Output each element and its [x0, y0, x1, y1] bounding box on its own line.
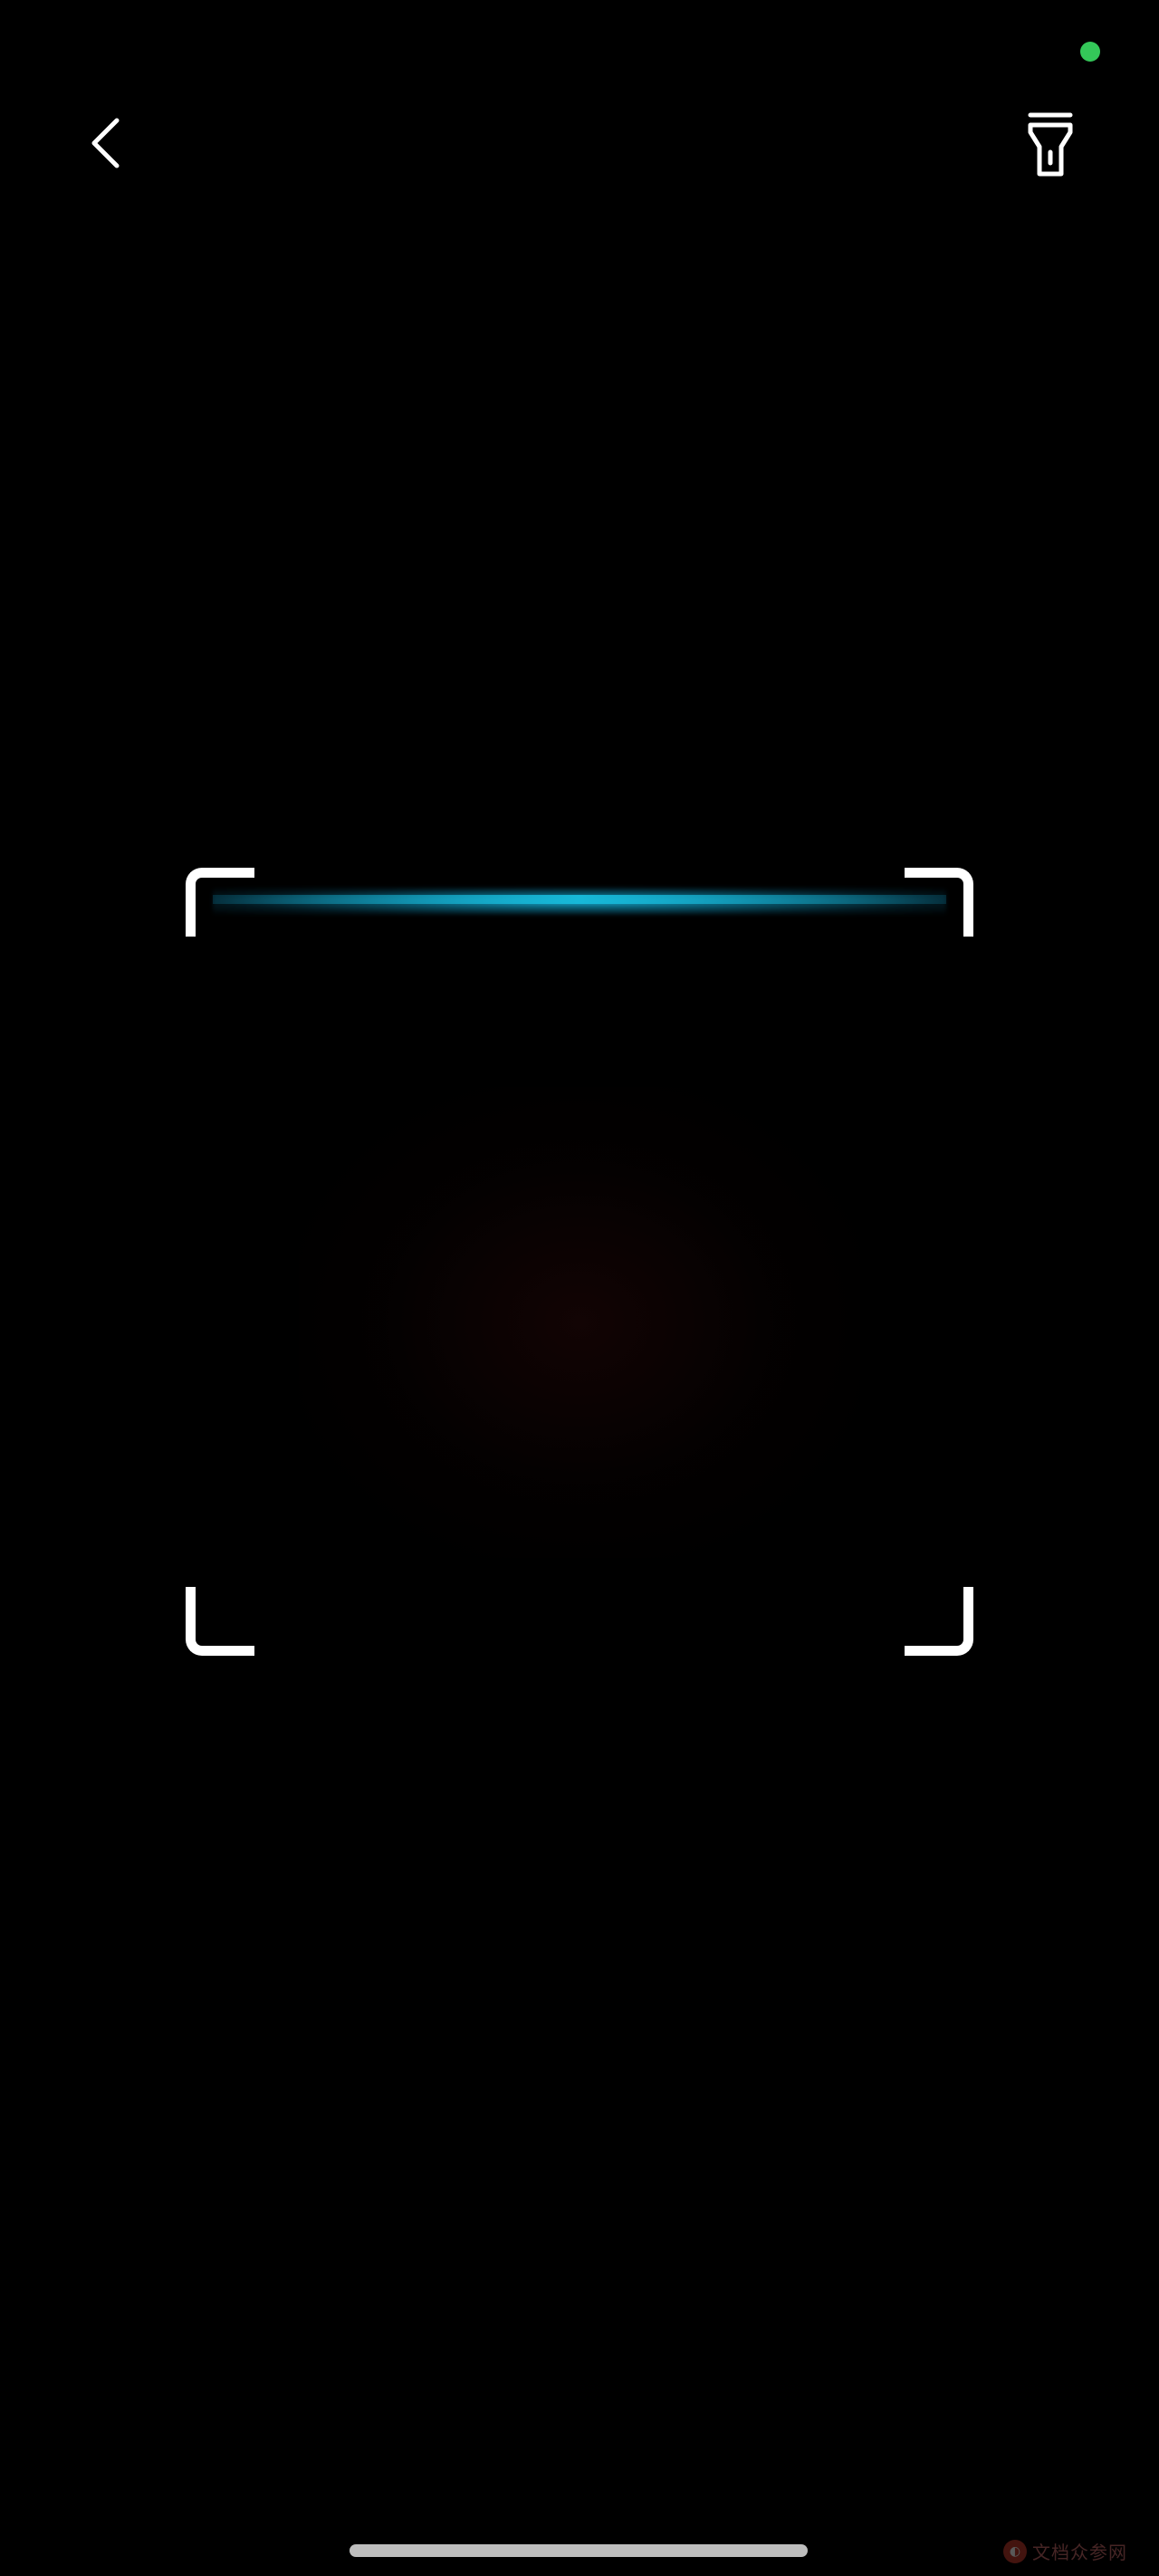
watermark-text: 文档众参网 — [1032, 2542, 1127, 2563]
watermark: ◐ 文档众参网 — [1003, 2538, 1127, 2564]
scanner-screen: ◐ 文档众参网 — [0, 0, 1159, 2576]
flashlight-toggle-button[interactable] — [1012, 107, 1088, 183]
scan-frame — [186, 868, 973, 1656]
scan-line — [213, 895, 946, 904]
flashlight-icon — [1028, 112, 1073, 177]
home-indicator[interactable] — [350, 2544, 808, 2557]
logo-icon: ◐ — [1003, 2539, 1027, 2563]
scan-frame-corner-bottom-left — [186, 1587, 254, 1656]
back-button[interactable] — [72, 101, 138, 185]
chevron-left-icon — [91, 118, 120, 168]
scan-frame-corner-bottom-right — [905, 1587, 973, 1656]
privacy-indicator-dot — [1080, 42, 1100, 62]
